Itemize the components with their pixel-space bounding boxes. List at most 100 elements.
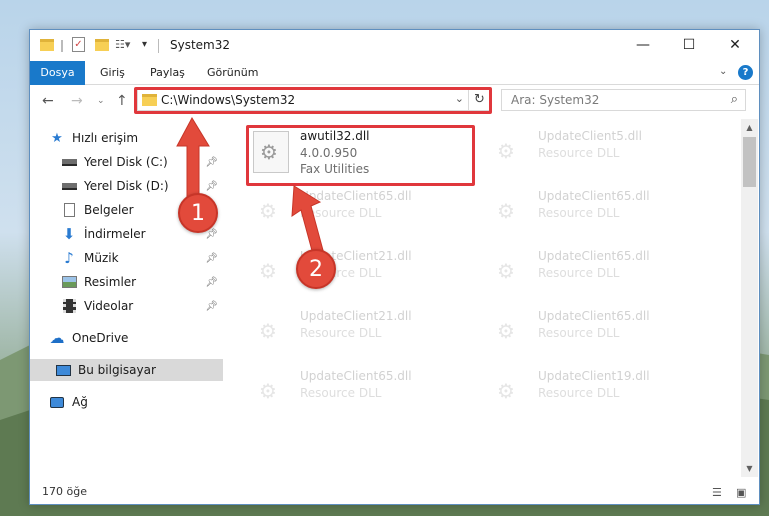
- back-arrow-icon[interactable]: ←: [42, 93, 54, 109]
- file-description: Resource DLL: [300, 326, 382, 340]
- step-badge-2: 2: [296, 249, 336, 289]
- pin-icon: 📌︎: [205, 156, 218, 168]
- step-badge-1: 1: [178, 193, 218, 233]
- gear-icon: ⚙: [497, 259, 515, 283]
- pictures-icon: [60, 274, 78, 290]
- scrollbar-thumb[interactable]: [743, 137, 756, 187]
- folder-icon: [40, 37, 54, 53]
- sidebar-item-label: Belgeler: [84, 203, 134, 217]
- tab-share[interactable]: Paylaş: [140, 61, 195, 85]
- pin-icon: 📌︎: [205, 276, 218, 288]
- sidebar-item-label: Bu bilgisayar: [78, 363, 156, 377]
- file-item[interactable]: ⚙ UpdateClient65.dll Resource DLL: [487, 187, 712, 243]
- network-icon: [48, 394, 66, 410]
- search-icon[interactable]: ⌕: [731, 92, 738, 107]
- customize-toolbar-icon[interactable]: ☷▾: [115, 37, 139, 53]
- cloud-icon: ☁: [49, 329, 65, 347]
- quick-access-dropdown-icon[interactable]: ▾: [142, 37, 152, 53]
- star-icon: ★: [51, 130, 63, 146]
- sidebar-item-quick-access[interactable]: ★ Hızlı erişim: [48, 127, 224, 149]
- minimize-button[interactable]: —: [620, 30, 666, 60]
- gear-icon: ⚙: [259, 259, 277, 283]
- dll-file-icon: ⚙: [253, 251, 289, 293]
- scroll-down-icon[interactable]: ▼: [741, 460, 758, 477]
- sidebar-item-label: Resimler: [84, 275, 137, 289]
- file-item[interactable]: ⚙ UpdateClient65.dll Resource DLL: [487, 247, 712, 303]
- sidebar-item-pictures[interactable]: Resimler 📌︎: [60, 271, 224, 293]
- gear-icon: ⚙: [497, 319, 515, 343]
- sidebar-item-label: Ağ: [72, 395, 88, 409]
- sidebar-item-this-pc[interactable]: Bu bilgisayar: [30, 359, 223, 381]
- sidebar-item-onedrive[interactable]: ☁ OneDrive: [48, 327, 224, 349]
- sidebar-item-label: OneDrive: [72, 331, 129, 345]
- forward-arrow-icon[interactable]: →: [71, 93, 83, 109]
- file-item[interactable]: ⚙ UpdateClient65.dll Resource DLL: [249, 187, 474, 243]
- large-icons-view-icon[interactable]: ▣: [736, 486, 746, 499]
- dll-file-icon: ⚙: [491, 371, 527, 413]
- file-item[interactable]: ⚙ UpdateClient65.dll Resource DLL: [487, 307, 712, 363]
- help-icon[interactable]: ?: [738, 65, 753, 80]
- sidebar-item-videos[interactable]: Videolar 📌︎: [60, 295, 224, 317]
- download-icon: ⬇: [62, 225, 76, 243]
- file-list: ⚙ awutil32.dll 4.0.0.950 Fax Utilities ⚙…: [229, 119, 741, 477]
- file-name: UpdateClient5.dll: [538, 129, 642, 143]
- sidebar-item-label: Yerel Disk (D:): [84, 179, 169, 193]
- details-view-icon[interactable]: ☰: [712, 486, 722, 499]
- sidebar-item-label: Müzik: [84, 251, 119, 265]
- sidebar-item-network[interactable]: Ağ: [48, 391, 224, 413]
- sidebar-item-disk-c[interactable]: Yerel Disk (C:) 📌︎: [60, 151, 224, 173]
- recent-locations-icon[interactable]: ⌄: [97, 96, 105, 106]
- file-highlight-box: [246, 125, 475, 186]
- file-item[interactable]: ⚙ UpdateClient19.dll Resource DLL: [487, 367, 712, 423]
- sidebar-item-label: İndirmeler: [84, 227, 146, 241]
- item-count: 170 öğe: [42, 485, 87, 498]
- ribbon-tabs: Dosya Giriş Paylaş Görünüm ⌄ ?: [30, 61, 759, 117]
- file-name: UpdateClient65.dll: [538, 309, 650, 323]
- address-highlight-box: [134, 87, 492, 114]
- sidebar-item-label: Videolar: [84, 299, 134, 313]
- dll-file-icon: ⚙: [253, 191, 289, 233]
- file-name: UpdateClient65.dll: [300, 189, 412, 203]
- drive-icon: [60, 154, 78, 170]
- gear-icon: ⚙: [497, 199, 515, 223]
- file-description: Resource DLL: [300, 206, 382, 220]
- file-name: UpdateClient65.dll: [300, 369, 412, 383]
- file-item[interactable]: ⚙ UpdateClient5.dll Resource DLL: [487, 127, 712, 183]
- sidebar-item-music[interactable]: ♪ Müzik 📌︎: [60, 247, 224, 269]
- file-item[interactable]: ⚙ UpdateClient21.dll Resource DLL: [249, 247, 474, 303]
- file-name: UpdateClient21.dll: [300, 309, 412, 323]
- navigation-pane: ★ Hızlı erişim Yerel Disk (C:) 📌︎ Yerel …: [30, 119, 225, 477]
- vertical-scrollbar[interactable]: ▲ ▼: [741, 119, 758, 477]
- close-button[interactable]: ✕: [712, 30, 758, 60]
- search-input[interactable]: Ara: System32 ⌕: [501, 89, 746, 111]
- music-icon: ♪: [64, 249, 74, 267]
- sidebar-item-label: Hızlı erişim: [72, 131, 139, 145]
- gear-icon: ⚙: [259, 199, 277, 223]
- separator: [158, 39, 159, 53]
- file-item[interactable]: ⚙ UpdateClient21.dll Resource DLL: [249, 307, 474, 363]
- title-bar: ✓ ☷▾ ▾ System32 — ☐ ✕: [30, 30, 759, 61]
- file-description: Resource DLL: [538, 206, 620, 220]
- scroll-up-icon[interactable]: ▲: [741, 119, 758, 136]
- file-explorer-window: ✓ ☷▾ ▾ System32 — ☐ ✕ Dosya Giriş Paylaş…: [29, 29, 760, 505]
- pin-icon: 📌︎: [205, 300, 218, 312]
- expand-ribbon-icon[interactable]: ⌄: [719, 66, 727, 77]
- gear-icon: ⚙: [259, 379, 277, 403]
- maximize-button[interactable]: ☐: [666, 30, 712, 60]
- tab-home[interactable]: Giriş: [90, 61, 135, 85]
- file-item[interactable]: ⚙ UpdateClient65.dll Resource DLL: [249, 367, 474, 423]
- videos-icon: [60, 298, 78, 314]
- pin-icon: 📌︎: [205, 252, 218, 264]
- dll-file-icon: ⚙: [491, 251, 527, 293]
- gear-icon: ⚙: [259, 319, 277, 343]
- drive-icon: [60, 178, 78, 194]
- window-title: System32: [170, 38, 231, 52]
- file-description: Resource DLL: [300, 386, 382, 400]
- dll-file-icon: ⚙: [253, 311, 289, 353]
- new-folder-icon[interactable]: [95, 37, 109, 53]
- sidebar-item-label: Yerel Disk (C:): [84, 155, 168, 169]
- up-arrow-icon[interactable]: ↑: [116, 93, 128, 109]
- properties-icon[interactable]: ✓: [72, 37, 86, 53]
- tab-view[interactable]: Görünüm: [197, 61, 268, 85]
- file-description: Resource DLL: [538, 266, 620, 280]
